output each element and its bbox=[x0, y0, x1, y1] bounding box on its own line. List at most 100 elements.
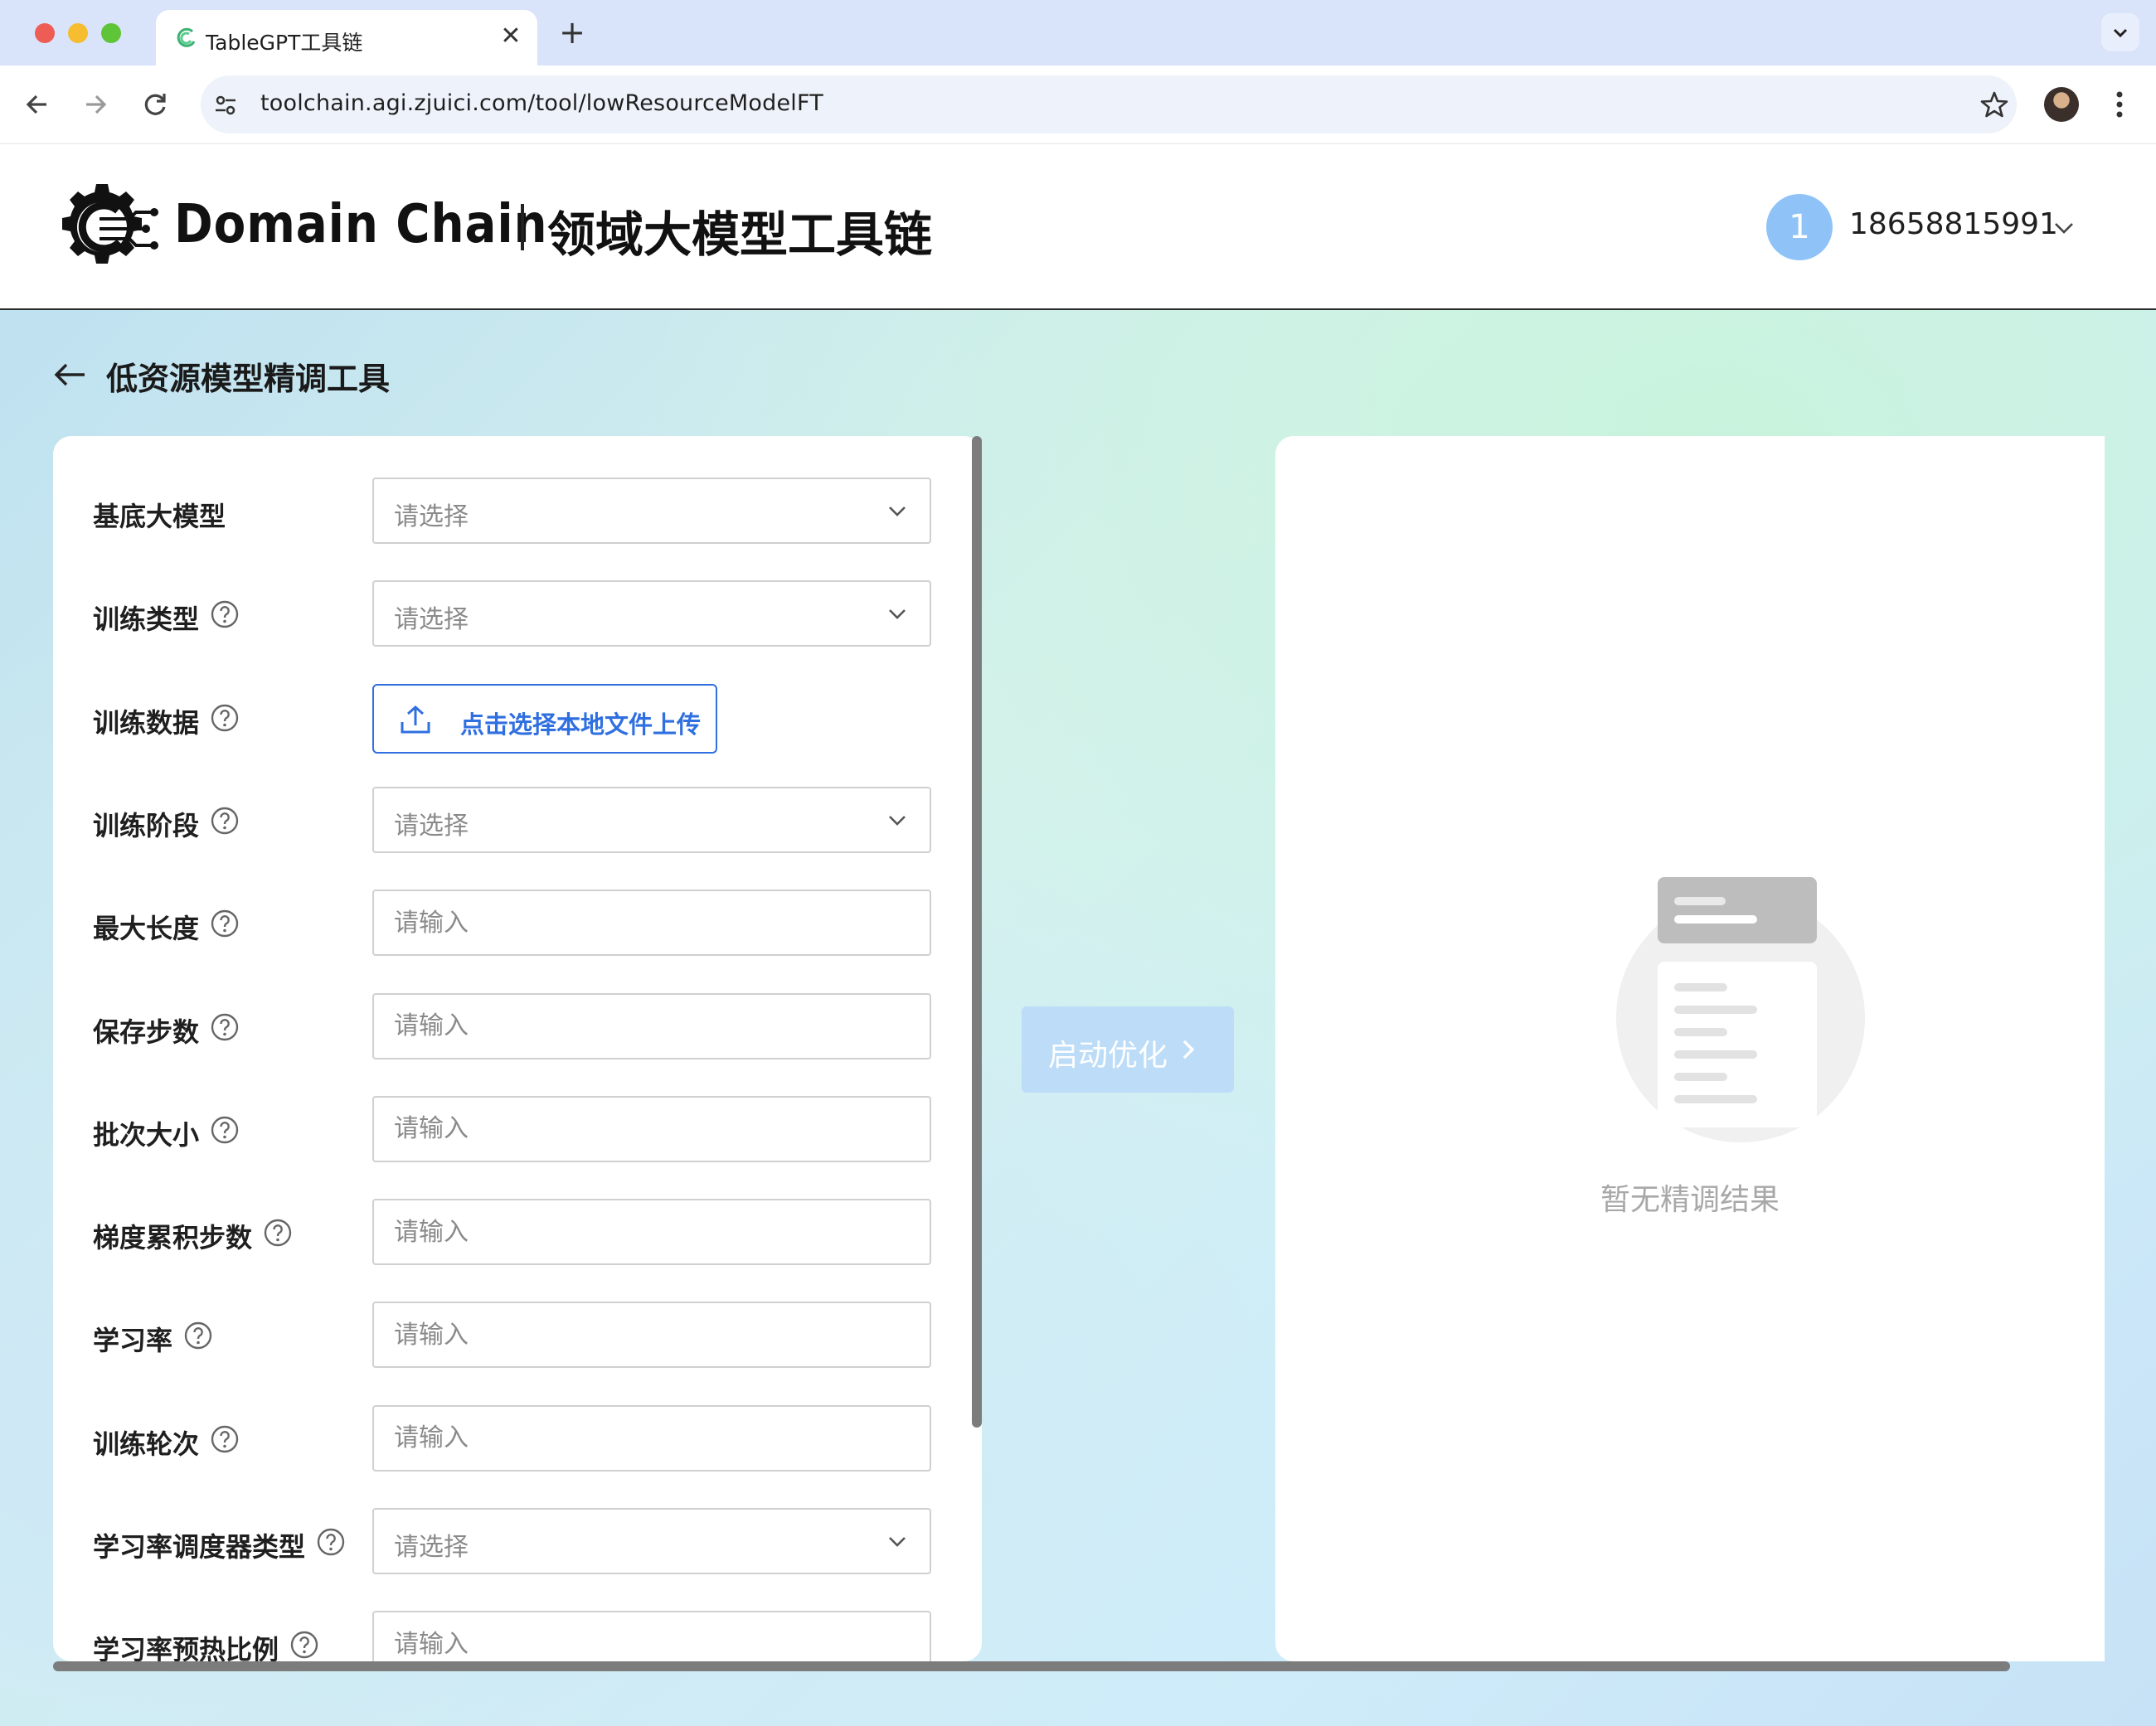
url-text[interactable]: toolchain.agi.zjuici.com/tool/lowResourc… bbox=[260, 90, 823, 116]
browser-toolbar: toolchain.agi.zjuici.com/tool/lowResourc… bbox=[0, 65, 2156, 145]
help-question-icon[interactable] bbox=[211, 909, 239, 938]
tab-search-button[interactable] bbox=[2101, 13, 2139, 51]
help-question-icon[interactable] bbox=[317, 1528, 345, 1556]
chevron-down-icon[interactable] bbox=[2052, 216, 2076, 240]
form-row: 学习率调度器类型 请选择 bbox=[53, 1506, 982, 1578]
page-title: 低资源模型精调工具 bbox=[106, 361, 391, 397]
result-panel: 暂无精调结果 bbox=[1275, 436, 2105, 1661]
select-placeholder: 请选择 bbox=[394, 605, 469, 635]
page-horizontal-scrollbar[interactable] bbox=[53, 1661, 2010, 1671]
text-input[interactable] bbox=[374, 994, 930, 1058]
start-optimize-label: 启动优化 bbox=[1048, 1039, 1168, 1073]
field-label: 学习率预热比例 bbox=[93, 1634, 279, 1661]
chevron-down-icon bbox=[2113, 28, 2128, 38]
upload-button-label: 点击选择本地文件上传 bbox=[460, 710, 702, 739]
form-row: 训练数据 点击选择本地文件上传 bbox=[53, 682, 982, 754]
field-label: 批次大小 bbox=[93, 1118, 200, 1151]
form-row: 保存步数 bbox=[53, 991, 982, 1063]
reload-icon[interactable] bbox=[134, 84, 176, 125]
start-optimize-button[interactable]: 启动优化 bbox=[1022, 1006, 1234, 1093]
field-label: 训练轮次 bbox=[93, 1428, 200, 1460]
field-label: 梯度累积步数 bbox=[93, 1222, 253, 1254]
window-minimize-button[interactable] bbox=[68, 23, 88, 43]
browser-tab-active[interactable]: TableGPT工具链 ✕ bbox=[156, 10, 537, 65]
new-tab-button[interactable]: + bbox=[554, 15, 590, 51]
browser-tab-strip: TableGPT工具链 ✕ + bbox=[0, 0, 2156, 65]
tab-title: TableGPT工具链 bbox=[206, 31, 363, 55]
form-row: 训练轮次 bbox=[53, 1404, 982, 1475]
help-question-icon[interactable] bbox=[211, 704, 239, 732]
form-row: 最大长度 bbox=[53, 888, 982, 959]
bookmark-star-icon[interactable] bbox=[1979, 89, 2010, 120]
chevron-down-icon bbox=[889, 609, 906, 620]
help-question-icon[interactable] bbox=[290, 1631, 318, 1659]
select-placeholder: 请选择 bbox=[394, 1533, 469, 1562]
upload-file-button[interactable]: 点击选择本地文件上传 bbox=[372, 683, 717, 754]
chevron-down-icon bbox=[889, 1537, 906, 1547]
text-input-field[interactable] bbox=[372, 1199, 931, 1266]
text-input-field[interactable] bbox=[372, 992, 931, 1059]
text-input[interactable] bbox=[374, 891, 930, 955]
brand-divider bbox=[521, 204, 524, 250]
brand-name: Domain Chain bbox=[174, 194, 548, 255]
text-input-field[interactable] bbox=[372, 1302, 931, 1369]
form-vertical-scrollbar[interactable] bbox=[972, 436, 982, 1428]
forward-icon[interactable] bbox=[75, 84, 116, 125]
brand-subtitle: 领域大模型工具链 bbox=[547, 206, 933, 263]
help-question-icon[interactable] bbox=[264, 1219, 292, 1247]
window-zoom-button[interactable] bbox=[101, 23, 121, 43]
back-arrow-icon[interactable] bbox=[51, 360, 88, 390]
text-input[interactable] bbox=[374, 1612, 930, 1661]
select-dropdown[interactable]: 请选择 bbox=[372, 786, 931, 853]
field-label: 训练类型 bbox=[93, 604, 200, 636]
text-input-field[interactable] bbox=[372, 890, 931, 957]
user-avatar[interactable]: 1 bbox=[1766, 194, 1833, 260]
tab-close-icon[interactable]: ✕ bbox=[496, 22, 526, 51]
form-row: 训练阶段 请选择 bbox=[53, 785, 982, 856]
select-dropdown[interactable]: 请选择 bbox=[372, 580, 931, 647]
form-row: 学习率预热比例 bbox=[53, 1609, 982, 1661]
field-label: 训练阶段 bbox=[93, 809, 200, 841]
field-label: 最大长度 bbox=[93, 913, 200, 945]
text-input-field[interactable] bbox=[372, 1404, 931, 1471]
window-close-button[interactable] bbox=[35, 23, 55, 43]
text-input[interactable] bbox=[374, 1200, 930, 1264]
form-row: 基底大模型 请选择 bbox=[53, 476, 982, 547]
chevron-down-icon bbox=[889, 815, 906, 826]
text-input-field[interactable] bbox=[372, 1611, 931, 1661]
field-label: 保存步数 bbox=[93, 1016, 200, 1048]
select-placeholder: 请选择 bbox=[394, 502, 469, 531]
help-question-icon[interactable] bbox=[211, 807, 239, 835]
select-placeholder: 请选择 bbox=[394, 811, 469, 841]
chevron-down-icon bbox=[889, 507, 906, 516]
select-dropdown[interactable]: 请选择 bbox=[372, 478, 931, 544]
site-settings-icon[interactable] bbox=[212, 92, 239, 119]
help-question-icon[interactable] bbox=[211, 600, 239, 628]
config-form-panel: 基底大模型 请选择 训练类型 请选择 训练数据 点击选择本地文件上传 训练阶段 请选择 最大长度… bbox=[53, 436, 982, 1661]
help-question-icon[interactable] bbox=[211, 1013, 239, 1041]
tablegpt-favicon-icon bbox=[177, 27, 196, 47]
text-input[interactable] bbox=[374, 1406, 930, 1470]
form-row: 批次大小 bbox=[53, 1094, 982, 1166]
field-label: 基底大模型 bbox=[93, 501, 226, 532]
browser-profile-avatar[interactable] bbox=[2044, 87, 2079, 122]
address-bar[interactable]: toolchain.agi.zjuici.com/tool/lowResourc… bbox=[201, 75, 2017, 133]
help-question-icon[interactable] bbox=[184, 1321, 212, 1350]
user-name[interactable]: 18658815991 bbox=[1849, 207, 2058, 241]
chevron-right-icon bbox=[1182, 1040, 1195, 1059]
app-header: Domain Chain 领域大模型工具链 1 18658815991 bbox=[0, 144, 2156, 310]
help-question-icon[interactable] bbox=[211, 1116, 239, 1144]
domain-chain-logo-icon[interactable] bbox=[50, 181, 166, 274]
text-input-field[interactable] bbox=[372, 1095, 931, 1162]
help-question-icon[interactable] bbox=[211, 1425, 239, 1453]
form-row: 训练类型 请选择 bbox=[53, 579, 982, 650]
main-content: 低资源模型精调工具 基底大模型 请选择 训练类型 请选择 训练数据 点击选择本地文件上传训… bbox=[0, 310, 2156, 1726]
text-input[interactable] bbox=[374, 1097, 930, 1161]
empty-result-text: 暂无精调结果 bbox=[1600, 1183, 1780, 1217]
text-input[interactable] bbox=[374, 1303, 930, 1367]
select-dropdown[interactable]: 请选择 bbox=[372, 1508, 931, 1574]
back-icon[interactable] bbox=[17, 84, 58, 125]
browser-menu-icon[interactable] bbox=[2105, 84, 2134, 125]
field-label: 学习率 bbox=[93, 1325, 173, 1357]
form-row: 梯度累积步数 bbox=[53, 1197, 982, 1268]
